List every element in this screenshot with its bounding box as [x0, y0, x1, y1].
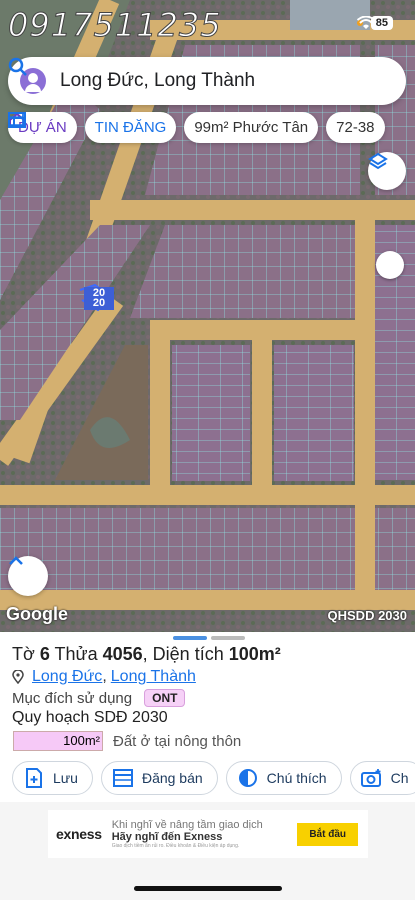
lot-number: 20: [92, 297, 106, 309]
area-value: 100m²: [228, 644, 281, 664]
to-value: 6: [39, 644, 50, 664]
chip-listing[interactable]: 99m² Phước Tân: [8, 112, 319, 143]
listing-icon: [8, 112, 24, 126]
post-icon: [112, 767, 134, 789]
wifi-icon: [356, 16, 375, 29]
phone-watermark: 0917511235: [8, 6, 222, 45]
land-purpose: Mục đích sử dụng ONT: [12, 689, 186, 707]
page-dot-active: [173, 636, 207, 640]
ad-banner[interactable]: exness Khi nghĩ về nâng tầm giao dịch Hã…: [48, 810, 368, 858]
panel-page-indicator[interactable]: [173, 636, 245, 640]
legend-icon: [237, 767, 259, 789]
location-link-district[interactable]: Long Thành: [111, 668, 196, 686]
ad-disclaimer: Giao dịch tiềm ẩn rủi ro. Điều khoản & Đ…: [111, 843, 240, 849]
purpose-code-badge: ONT: [144, 689, 186, 707]
post-listing-button[interactable]: Đăng bán: [100, 761, 218, 795]
save-button[interactable]: Lưu: [12, 761, 93, 795]
status-bar: 0917511235 85: [0, 0, 415, 50]
opacity-slider-handle[interactable]: [376, 251, 404, 279]
ad-cta-button[interactable]: Bắt đầu: [297, 822, 358, 846]
layers-button[interactable]: [368, 152, 406, 190]
legend-button[interactable]: Chú thích: [225, 761, 342, 795]
chip-label: 72-38: [336, 119, 375, 136]
chevron-up-icon: [9, 556, 23, 565]
purpose-label: Mục đích sử dụng: [12, 689, 133, 707]
save-icon: [23, 767, 45, 789]
expand-up-button[interactable]: [8, 556, 48, 596]
ad-line1: Khi nghĩ về nâng tầm giao dịch: [111, 819, 263, 831]
plan-area-value: 100m²: [13, 731, 103, 751]
capture-label: Ch: [390, 770, 409, 786]
plan-area-desc: Đất ở tại nông thôn: [113, 732, 242, 750]
filter-chips: DỰ ÁN TIN ĐĂNG 99m² Phước Tân 72-38: [8, 112, 385, 143]
location-pin-icon: [12, 670, 24, 684]
page-dot: [211, 636, 245, 640]
search-icon[interactable]: [8, 57, 28, 77]
thua-label: Thửa: [54, 644, 98, 664]
area-label: , Diện tích: [142, 644, 224, 664]
post-label: Đăng bán: [141, 770, 203, 786]
home-indicator[interactable]: [134, 886, 282, 891]
action-bar: Lưu Đăng bán Chú thích Ch: [12, 761, 415, 795]
chip-label: 99m² Phước Tân: [194, 119, 309, 136]
location-link-ward[interactable]: Long Đức: [32, 668, 102, 686]
thua-value: 4056: [102, 644, 143, 664]
selected-lot-marker[interactable]: 20 20: [84, 287, 114, 310]
search-bar[interactable]: Long Đức, Long Thành: [8, 57, 406, 105]
chip-listing[interactable]: 72-38: [326, 112, 385, 143]
chip-label: TIN ĐĂNG: [94, 119, 167, 136]
plan-area-row: 100m² Đất ở tại nông thôn: [13, 731, 241, 751]
capture-button[interactable]: Ch: [349, 761, 415, 795]
parcel-info-panel: Tờ 6 Thửa 4056, Diện tích 100m² Long Đức…: [0, 632, 415, 802]
map-view[interactable]: 20 20 0917511235 85 Long Đức, Long Thành: [0, 0, 415, 632]
plan-title: Quy hoạch SDĐ 2030: [12, 709, 168, 726]
camera-icon: [360, 767, 383, 789]
save-label: Lưu: [53, 770, 78, 786]
layers-icon: [368, 152, 388, 170]
google-logo: Google: [6, 604, 68, 624]
legend-label: Chú thích: [266, 770, 327, 786]
chip-tin-dang[interactable]: TIN ĐĂNG: [8, 112, 177, 143]
ad-brand: exness: [56, 826, 102, 842]
search-input[interactable]: Long Đức, Long Thành: [60, 70, 406, 92]
map-layer-label: QHSDD 2030: [327, 608, 407, 623]
ad-line2: Hãy nghĩ đến Exness: [111, 831, 223, 843]
ad-banner-area: exness Khi nghĩ về nâng tầm giao dịch Hã…: [0, 802, 415, 900]
parcel-location: Long Đức, Long Thành: [12, 668, 196, 686]
parcel-title: Tờ 6 Thửa 4056, Diện tích 100m²: [12, 644, 281, 665]
to-label: Tờ: [12, 644, 35, 664]
